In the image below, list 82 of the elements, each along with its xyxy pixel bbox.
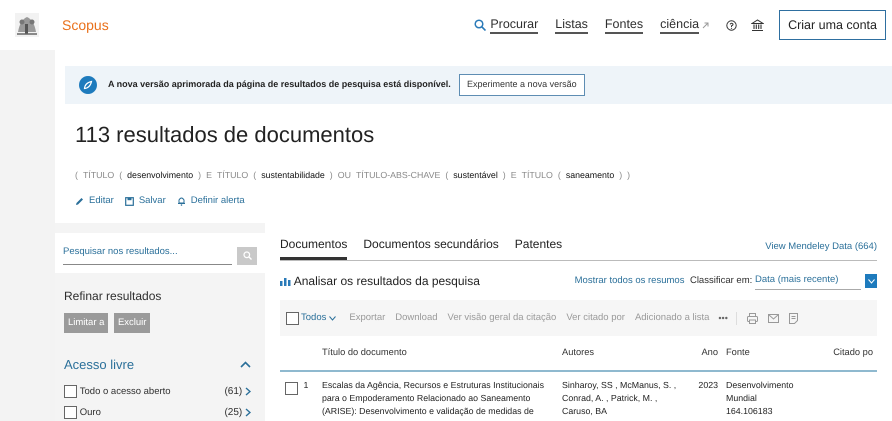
bell-icon (176, 196, 186, 206)
year-cell-text: 2023 (697, 379, 719, 392)
column-header: Fonte (725, 346, 751, 360)
search-field[interactable]: Pesquisar nos resultados... (63, 245, 232, 265)
action-link[interactable]: Editar (89, 194, 114, 208)
column-header: Citado po (832, 346, 874, 360)
mendeley-link[interactable]: View Mendeley Data (664) (765, 240, 877, 254)
caret-icon (329, 316, 336, 321)
sort-label: Classificar em: (690, 274, 752, 288)
query-operator: E (206, 169, 212, 182)
filter-count: (61) (224, 385, 242, 400)
show-abstracts-link[interactable]: Mostrar todos os resumos (574, 274, 684, 289)
checkbox[interactable] (286, 312, 299, 325)
document-icon[interactable] (788, 312, 798, 324)
mail-icon[interactable] (768, 314, 779, 323)
bar-chart-icon (280, 276, 291, 286)
checkbox[interactable] (285, 382, 298, 396)
column-header: Autores (562, 346, 596, 360)
query-operator: ) (619, 169, 622, 182)
checkbox[interactable] (64, 385, 77, 398)
action-link[interactable]: Salvar (138, 194, 166, 208)
query-term: sustentável (453, 169, 498, 182)
more-button[interactable]: ••• (714, 312, 737, 326)
filter-option-label: Ouro (80, 406, 102, 420)
column-header: Título do documento (322, 346, 408, 360)
query-term: sustentabilidade (261, 169, 325, 182)
select-all-dropdown[interactable]: Todos (299, 311, 344, 326)
printer-icon[interactable] (746, 312, 758, 324)
nav-link[interactable]: Procurar (490, 16, 538, 34)
query-term: desenvolvimento (127, 169, 194, 182)
query-operator: ( (119, 169, 122, 182)
column-header: Ano (700, 346, 719, 360)
query-operator: ( (445, 169, 448, 182)
filter-option-label: Todo o acesso aberto (80, 384, 172, 399)
nav-link[interactable]: Listas (555, 16, 588, 34)
source-cell-text: Desenvolvimento Mundial 164.106183 (725, 379, 794, 418)
query-operator: ) (502, 169, 506, 182)
caret-icon (868, 278, 874, 284)
query-operator: TÍTULO-ABS-CHAVE (356, 169, 440, 182)
query-operator: ( (75, 169, 78, 182)
results-heading: 113 resultados de documentos (75, 121, 376, 149)
notice-text: A nova versão aprimorada da página de resultados de pesquisa está disponível. (108, 78, 451, 92)
query-operator: E (510, 169, 517, 182)
query-operator: ) (330, 169, 333, 182)
tab[interactable]: Documentos (280, 235, 348, 260)
analyze-link[interactable]: Analisar os resultados da pesquisa (294, 272, 480, 290)
row-number: 1 (304, 379, 308, 392)
query-operator: ( (253, 169, 256, 182)
sort-dropdown[interactable]: Data (mais recente) (755, 272, 861, 290)
nav-link[interactable]: ciência (660, 16, 700, 34)
checkbox[interactable] (64, 406, 77, 420)
help-icon[interactable] (726, 20, 738, 30)
refine-heading: Refinar resultados (64, 288, 162, 305)
filter-count: (25) (224, 406, 242, 420)
bank-icon[interactable] (751, 18, 764, 32)
query-operator: TÍTULO (216, 169, 248, 182)
query-term: saneamento (566, 169, 614, 182)
query-operator: ) (627, 169, 630, 182)
tab[interactable]: Patentes (514, 235, 562, 260)
pencil-icon (75, 196, 84, 206)
tab[interactable]: Documentos secundários (363, 235, 499, 260)
query-operator: ( (558, 169, 561, 182)
alert-link[interactable]: Definir alerta (190, 194, 245, 208)
authors-cell-text: Sinharoy, SS , McManus, S. , Conrad, A. , Patrick, M. , Caruso, BA (562, 379, 678, 418)
chevron-right-icon[interactable] (245, 408, 251, 418)
chevron-right-icon[interactable] (245, 387, 251, 396)
query-operator: TÍTULO (522, 169, 553, 182)
try-new-version-button[interactable]: Experimente a nova versão (459, 74, 585, 96)
dropdown-toggle-button[interactable] (865, 274, 877, 288)
save-icon (124, 196, 134, 206)
search-icon (474, 19, 486, 31)
search-icon (242, 251, 252, 260)
search-box[interactable]: Pesquisar nos resultados... (55, 233, 265, 273)
collapse-chevron-icon[interactable] (240, 361, 251, 368)
logo-drawing (14, 12, 40, 38)
brand-name[interactable]: Scopus (62, 14, 109, 36)
filter-heading[interactable]: Acesso livre (64, 354, 134, 374)
nav-link[interactable]: Fontes (604, 16, 644, 34)
create-account-button[interactable]: Criar uma conta (779, 10, 886, 40)
query-operator: ) (198, 169, 202, 182)
query-operator: OU (338, 169, 351, 182)
query-operator: TÍTULO (82, 169, 114, 182)
